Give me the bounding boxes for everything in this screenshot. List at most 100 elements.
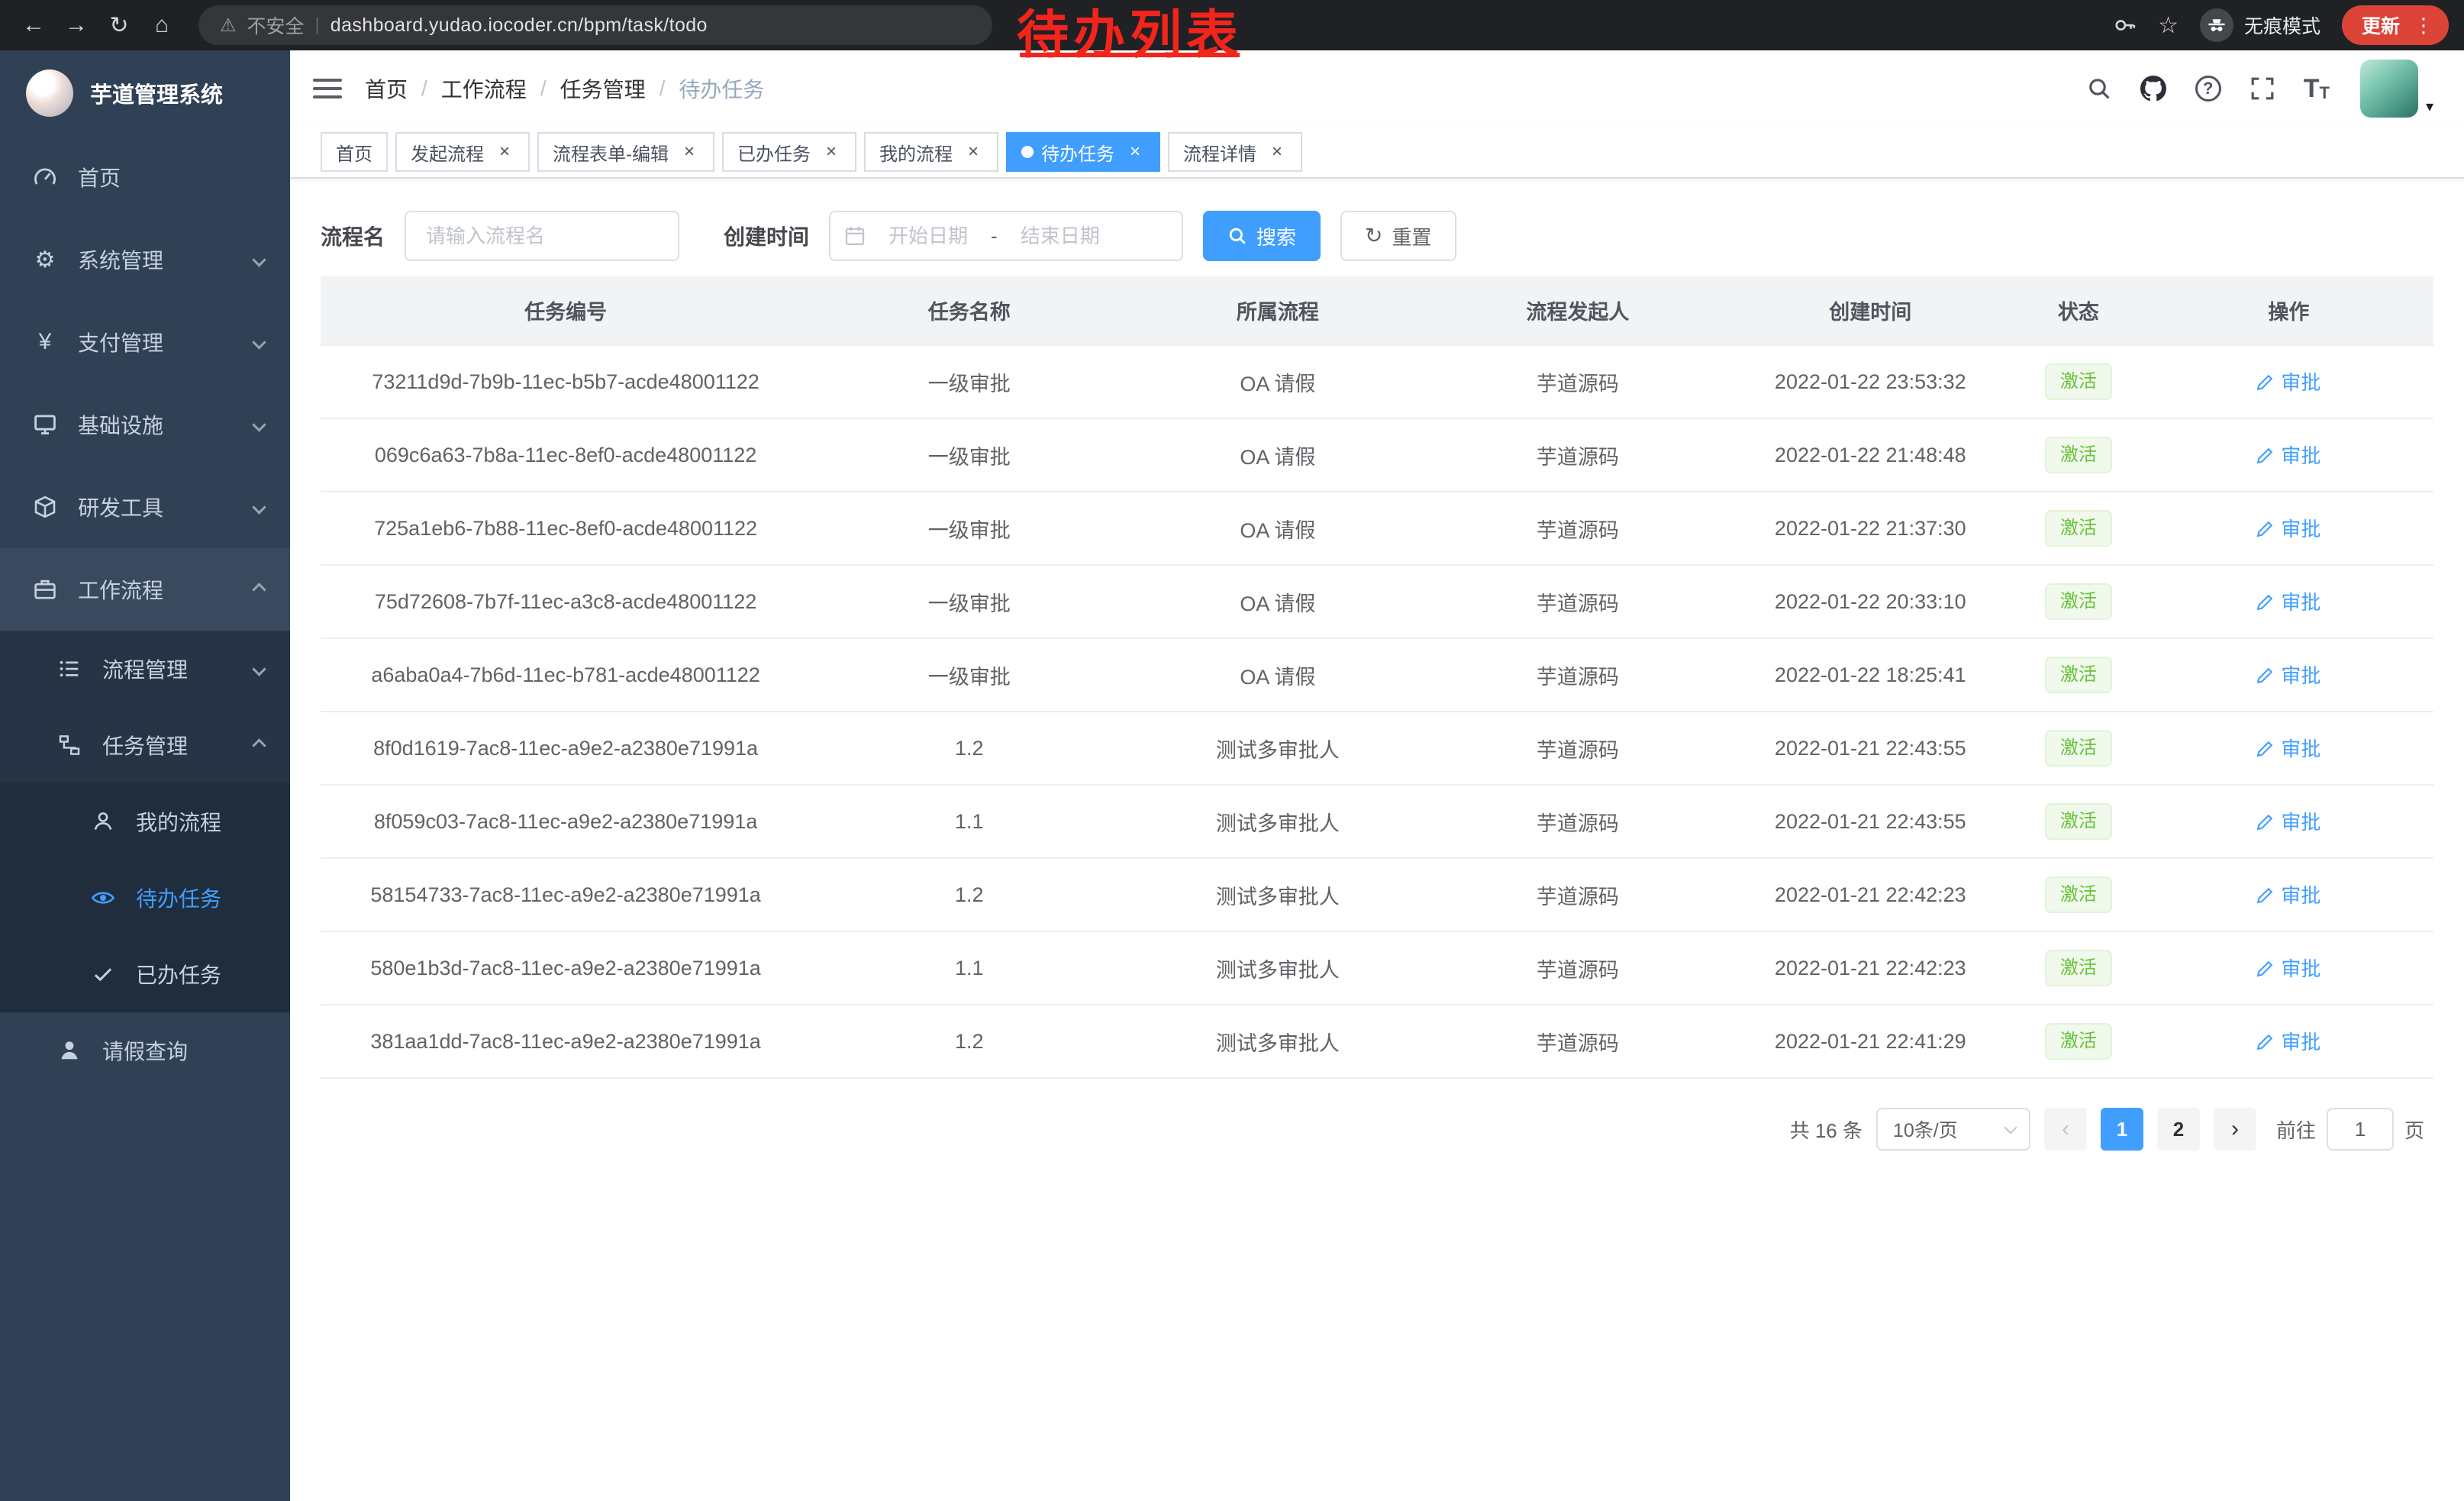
search-icon[interactable] (2087, 76, 2111, 101)
sidebar-menu: 首页 ⚙ 系统管理 ¥ 支付管理 基础设施 (0, 136, 290, 1089)
search-button[interactable]: 搜索 (1203, 211, 1321, 261)
update-button[interactable]: 更新 ⋮ (2342, 5, 2449, 45)
column-header-task-id: 任务编号 (321, 276, 811, 345)
browser-reload-icon[interactable]: ↻ (98, 4, 140, 47)
browser-forward-icon[interactable]: → (55, 4, 98, 47)
page-size-select[interactable]: 10条/页 (1876, 1108, 2030, 1151)
address-bar[interactable]: ⚠ 不安全 | dashboard.yudao.iocoder.cn/bpm/t… (198, 5, 992, 45)
date-range-picker[interactable]: - (829, 211, 1183, 261)
created-time: 2022-01-22 23:53:32 (1775, 370, 1966, 393)
tab-close-icon[interactable]: × (1267, 142, 1287, 162)
tab-done-tasks[interactable]: 已办任务 × (722, 132, 856, 172)
sidebar-item-my-process[interactable]: 我的流程 (0, 783, 290, 860)
status-badge: 激活 (2045, 1023, 2112, 1059)
prev-page-button[interactable]: ‹ (2044, 1108, 2087, 1151)
goto-page-input[interactable] (2327, 1108, 2394, 1151)
sidebar-item-system[interactable]: ⚙ 系统管理 (0, 218, 290, 301)
next-page-button[interactable]: › (2214, 1108, 2256, 1151)
sidebar-item-infrastructure[interactable]: 基础设施 (0, 383, 290, 466)
approve-link[interactable]: 审批 (2256, 367, 2320, 395)
edit-pencil-icon (2256, 886, 2275, 904)
tab-close-icon[interactable]: × (821, 142, 841, 162)
table-row: 725a1eb6-7b88-11ec-8ef0-acde48001122 一级审… (321, 492, 2433, 565)
process-name-input[interactable] (405, 211, 679, 261)
column-header-starter: 流程发起人 (1427, 276, 1727, 345)
browser-menu-icon[interactable]: ⋮ (2414, 14, 2433, 37)
font-size-icon[interactable]: TT (2304, 76, 2330, 102)
tab-close-icon[interactable]: × (679, 142, 699, 162)
page-button-1[interactable]: 1 (2101, 1108, 2143, 1151)
start-date-input[interactable] (873, 224, 983, 248)
edit-pencil-icon (2256, 739, 2275, 757)
sidebar-item-devtools[interactable]: 研发工具 (0, 466, 290, 548)
sidebar-item-workflow[interactable]: 工作流程 (0, 548, 290, 631)
sidebar-item-payment[interactable]: ¥ 支付管理 (0, 301, 290, 383)
app-logo[interactable]: 芋道管理系统 (0, 50, 290, 136)
cube-icon (32, 494, 58, 520)
sidebar-item-label: 我的流程 (136, 806, 221, 837)
avatar[interactable] (2360, 60, 2418, 118)
task-name: 一级审批 (928, 519, 1011, 542)
active-tab-dot (1021, 146, 1034, 158)
sidebar-item-label: 首页 (78, 162, 121, 192)
sidebar-item-task-management[interactable]: 任务管理 (0, 707, 290, 783)
edit-pencil-icon (2256, 446, 2275, 464)
tab-my-process[interactable]: 我的流程 × (864, 132, 998, 172)
table-row: 58154733-7ac8-11ec-a9e2-a2380e71991a 1.2… (321, 858, 2433, 931)
status-badge: 激活 (2045, 363, 2112, 399)
sidebar-item-process-management[interactable]: 流程管理 (0, 631, 290, 707)
sidebar-item-done-tasks[interactable]: 已办任务 (0, 936, 290, 1012)
sidebar-item-label: 研发工具 (78, 492, 163, 522)
tab-process-detail[interactable]: 流程详情 × (1168, 132, 1302, 172)
tab-form-edit[interactable]: 流程表单-编辑 × (537, 132, 714, 172)
total-count: 共 16 条 (1790, 1115, 1863, 1144)
chevron-down-icon (252, 500, 266, 514)
approve-link[interactable]: 审批 (2256, 660, 2320, 689)
reset-button[interactable]: ↻ 重置 (1340, 211, 1456, 261)
status-badge: 激活 (2045, 803, 2112, 839)
date-range-separator: - (991, 224, 998, 248)
sidebar-toggle-icon[interactable] (313, 73, 342, 104)
sidebar-item-leave-query[interactable]: 请假查询 (0, 1012, 290, 1089)
approve-link[interactable]: 审批 (2256, 1027, 2320, 1055)
approve-link[interactable]: 审批 (2256, 587, 2320, 615)
page-button-2[interactable]: 2 (2157, 1108, 2200, 1151)
approve-link[interactable]: 审批 (2256, 514, 2320, 542)
tab-todo-tasks[interactable]: 待办任务 × (1006, 132, 1160, 172)
task-id: 580e1b3d-7ac8-11ec-a9e2-a2380e71991a (370, 957, 760, 980)
task-id: a6aba0a4-7b6d-11ec-b781-acde48001122 (371, 663, 760, 686)
task-name: 一级审批 (928, 373, 1011, 395)
approve-link[interactable]: 审批 (2256, 441, 2320, 469)
tab-close-icon[interactable]: × (963, 142, 983, 162)
breadcrumb-item-workflow[interactable]: 工作流程 (441, 73, 527, 104)
sidebar-item-todo-tasks[interactable]: 待办任务 (0, 860, 290, 936)
approve-link[interactable]: 审批 (2256, 880, 2320, 909)
tab-close-icon[interactable]: × (495, 142, 514, 162)
bookmark-star-icon[interactable]: ☆ (2158, 12, 2179, 39)
process-name: 测试多审批人 (1216, 812, 1340, 835)
chevron-up-icon (252, 583, 266, 596)
status-badge: 激活 (2045, 437, 2112, 473)
approve-link[interactable]: 审批 (2256, 807, 2320, 835)
tab-home[interactable]: 首页 (321, 132, 388, 172)
sidebar-item-home[interactable]: 首页 (0, 136, 290, 218)
chevron-down-icon (2004, 1122, 2017, 1135)
approve-link[interactable]: 审批 (2256, 734, 2320, 762)
tab-start-process[interactable]: 发起流程 × (395, 132, 530, 172)
breadcrumb-item-home[interactable]: 首页 (365, 73, 408, 104)
breadcrumb-item-task-management[interactable]: 任务管理 (560, 73, 646, 104)
end-date-input[interactable] (1005, 224, 1115, 248)
approve-link[interactable]: 审批 (2256, 954, 2320, 982)
incognito-badge: 无痕模式 (2200, 8, 2320, 42)
browser-home-icon[interactable]: ⌂ (140, 4, 183, 47)
task-id: 8f0d1619-7ac8-11ec-a9e2-a2380e71991a (373, 737, 758, 760)
help-icon[interactable]: ? (2195, 76, 2221, 102)
created-time: 2022-01-21 22:42:23 (1775, 883, 1966, 906)
browser-back-icon[interactable]: ← (12, 4, 55, 47)
tab-close-icon[interactable]: × (1125, 142, 1145, 162)
password-key-icon[interactable] (2114, 14, 2137, 37)
top-navbar: 首页 / 工作流程 / 任务管理 / 待办任务 ? (290, 50, 2464, 127)
github-icon[interactable] (2140, 76, 2166, 102)
user-menu[interactable]: ▾ (2360, 60, 2433, 118)
fullscreen-icon[interactable] (2250, 76, 2275, 101)
